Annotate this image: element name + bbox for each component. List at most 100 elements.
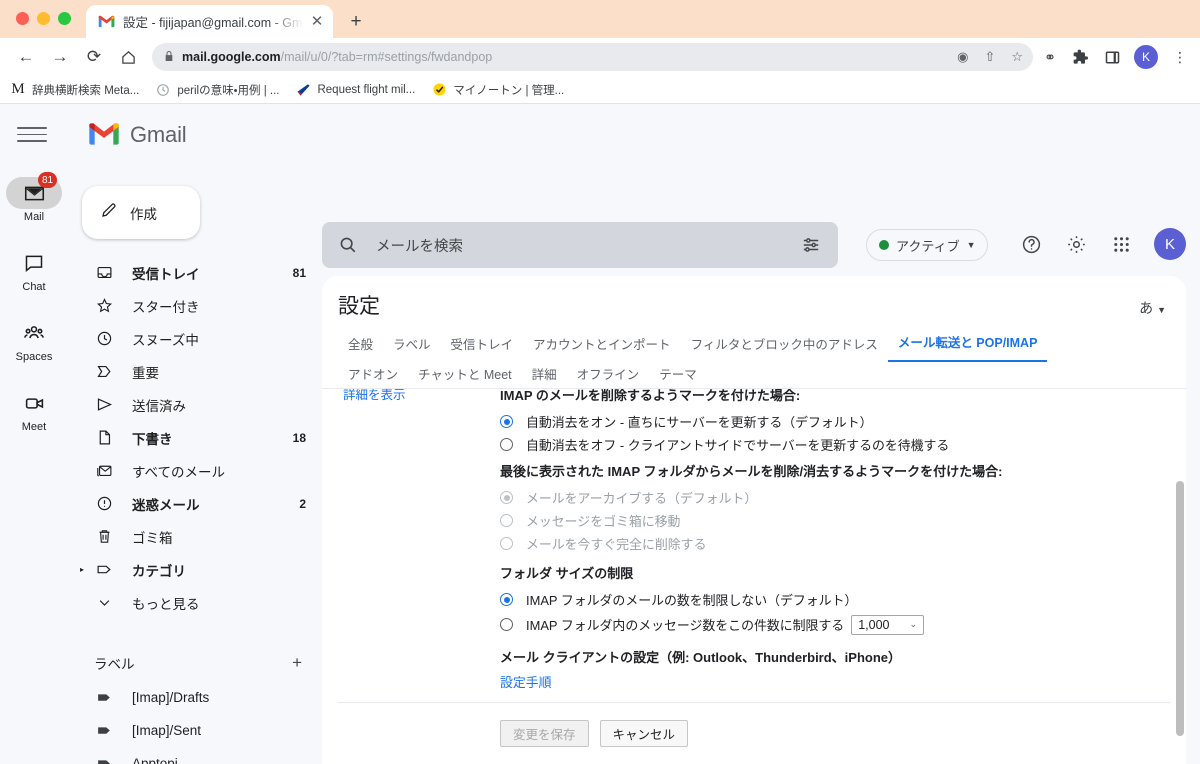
help-icon[interactable] bbox=[1019, 232, 1043, 256]
serif-m-icon: M bbox=[11, 81, 25, 97]
expand-caret-icon[interactable]: ▸ bbox=[80, 565, 84, 574]
close-icon[interactable]: ✕ bbox=[309, 14, 325, 30]
home-icon[interactable] bbox=[114, 43, 142, 71]
section-heading: メール クライアントの設定（例: Outlook、Thunderbird、iPh… bbox=[500, 650, 902, 665]
radio-label: メールを今すぐ完全に削除する bbox=[526, 537, 707, 552]
nav-item-all-mail[interactable]: すべてのメール bbox=[68, 454, 322, 487]
label-item[interactable]: [Imap]/Drafts bbox=[68, 681, 322, 714]
section-mail-client: メール クライアントの設定（例: Outlook、Thunderbird、iPh… bbox=[500, 647, 1160, 691]
radio-icon[interactable] bbox=[500, 618, 513, 631]
tab-general[interactable]: 全般 bbox=[338, 334, 383, 362]
labels-header: ラベル + bbox=[68, 645, 322, 681]
side-panel-icon[interactable] bbox=[1103, 48, 1121, 66]
radio-option[interactable]: メールをアーカイブする（デフォルト） bbox=[500, 486, 1160, 509]
radio-icon[interactable] bbox=[500, 537, 513, 550]
gmail-logo[interactable]: Gmail bbox=[88, 122, 187, 148]
show-details-link[interactable]: 詳細を表示 bbox=[343, 389, 406, 403]
search-icon bbox=[338, 235, 358, 255]
tab-inbox[interactable]: 受信トレイ bbox=[441, 334, 524, 362]
mail-unread-badge: 81 bbox=[38, 172, 58, 188]
window-close-button[interactable] bbox=[16, 12, 29, 25]
nav-label: スヌーズ中 bbox=[132, 332, 199, 348]
radio-icon[interactable] bbox=[500, 491, 513, 504]
section-imap-delete: IMAP のメールを削除するようマークを付けた場合: 自動消去をオン - 直ちに… bbox=[500, 389, 1160, 456]
window-maximize-button[interactable] bbox=[58, 12, 71, 25]
configuration-instructions-link[interactable]: 設定手順 bbox=[500, 672, 1160, 691]
bookmark-item[interactable]: perilの意味・用例 | ... bbox=[155, 82, 279, 98]
nav-item-inbox[interactable]: 受信トレイ 81 bbox=[68, 256, 322, 289]
rail-item-meet[interactable]: Meet bbox=[0, 378, 68, 442]
add-label-icon[interactable]: + bbox=[292, 653, 302, 673]
rail-item-chat[interactable]: Chat bbox=[0, 238, 68, 302]
radio-option[interactable]: IMAP フォルダのメールの数を制限しない（デフォルト） bbox=[500, 588, 1160, 611]
rail-item-spaces[interactable]: Spaces bbox=[0, 308, 68, 372]
language-selector[interactable]: あ ▼ bbox=[1139, 298, 1166, 318]
rail-item-mail[interactable]: 81 Mail bbox=[0, 168, 68, 232]
rail-label: Chat bbox=[22, 281, 46, 293]
bookmark-item[interactable]: マイノートン | 管理... bbox=[431, 82, 564, 98]
window-minimize-button[interactable] bbox=[37, 12, 50, 25]
bookmark-item[interactable]: M 辞典横断検索 Meta... bbox=[10, 81, 139, 98]
avatar[interactable]: K bbox=[1154, 228, 1186, 260]
radio-icon[interactable] bbox=[500, 593, 513, 606]
eye-icon[interactable]: ◉ bbox=[957, 49, 968, 65]
star-icon[interactable]: ☆ bbox=[1011, 49, 1023, 65]
radio-label: 自動消去をオン - 直ちにサーバーを更新する（デフォルト） bbox=[526, 415, 873, 430]
cancel-button[interactable]: キャンセル bbox=[599, 720, 689, 747]
nav-item-drafts[interactable]: 下書き 18 bbox=[68, 421, 322, 454]
radio-option[interactable]: メールを今すぐ完全に削除する bbox=[500, 532, 1160, 555]
nav-item-starred[interactable]: スター付き bbox=[68, 289, 322, 322]
apps-grid-icon[interactable] bbox=[1109, 232, 1133, 256]
nav-item-sent[interactable]: 送信済み bbox=[68, 388, 322, 421]
bookmark-item[interactable]: Request flight mil... bbox=[295, 82, 415, 98]
settings-gear-icon[interactable] bbox=[1064, 232, 1088, 256]
save-button[interactable]: 変更を保存 bbox=[500, 720, 589, 747]
compose-button[interactable]: 作成 bbox=[82, 186, 200, 239]
nav-item-snoozed[interactable]: スヌーズ中 bbox=[68, 322, 322, 355]
address-host: mail.google.com bbox=[182, 50, 281, 64]
label-name: Apptopi bbox=[132, 756, 178, 764]
address-bar-url: mail.google.com/mail/u/0/?tab=rm#setting… bbox=[182, 50, 492, 64]
label-item[interactable]: Apptopi bbox=[68, 747, 322, 764]
browser-profile-avatar[interactable]: K bbox=[1134, 45, 1158, 69]
reload-icon[interactable]: ⟳ bbox=[80, 43, 108, 71]
radio-icon[interactable] bbox=[500, 415, 513, 428]
content-scrollbar-thumb[interactable] bbox=[1176, 481, 1184, 736]
address-bar[interactable]: mail.google.com/mail/u/0/?tab=rm#setting… bbox=[152, 43, 1033, 71]
section-folder-size-limit: フォルダ サイズの制限 IMAP フォルダのメールの数を制限しない（デフォルト）… bbox=[500, 563, 1160, 638]
search-input[interactable]: メールを検索 bbox=[322, 222, 838, 268]
rail-label: Mail bbox=[23, 211, 45, 223]
nav-item-trash[interactable]: ゴミ箱 bbox=[68, 520, 322, 553]
radio-option[interactable]: 自動消去をオン - 直ちにサーバーを更新する（デフォルト） bbox=[500, 410, 1160, 433]
nav-item-more[interactable]: もっと見る bbox=[68, 586, 322, 619]
browser-tab[interactable]: 設定 - fijijapan@gmail.com - Gm ✕ bbox=[86, 5, 333, 38]
radio-icon[interactable] bbox=[500, 514, 513, 527]
nav-item-categories[interactable]: ▸ カテゴリ bbox=[68, 553, 322, 586]
norton-icon[interactable]: ⚭ bbox=[1041, 48, 1059, 66]
label-item[interactable]: [Imap]/Sent bbox=[68, 714, 322, 747]
share-icon[interactable]: ⇧ bbox=[984, 49, 995, 65]
status-chip[interactable]: アクティブ ▼ bbox=[866, 229, 988, 261]
back-icon[interactable]: ← bbox=[12, 43, 40, 71]
folder-limit-value: 1,000 bbox=[858, 617, 890, 632]
radio-icon[interactable] bbox=[500, 438, 513, 451]
tab-forwarding-pop-imap[interactable]: メール転送と POP/IMAP bbox=[887, 332, 1048, 362]
gmail-icon bbox=[98, 13, 115, 30]
nav-item-spam[interactable]: 迷惑メール 2 bbox=[68, 487, 322, 520]
tune-icon[interactable] bbox=[800, 236, 822, 254]
tab-filters-blocked[interactable]: フィルタとブロック中のアドレス bbox=[681, 334, 888, 362]
nav-item-important[interactable]: 重要 bbox=[68, 355, 322, 388]
radio-option[interactable]: IMAP フォルダ内のメッセージ数をこの件数に制限する 1,000 ⌄ bbox=[500, 611, 1160, 638]
radio-option[interactable]: メッセージをゴミ箱に移動 bbox=[500, 509, 1160, 532]
new-tab-button[interactable]: + bbox=[344, 10, 368, 34]
tab-labels[interactable]: ラベル bbox=[383, 334, 441, 362]
extensions-icon[interactable] bbox=[1072, 48, 1090, 66]
nav-list: 受信トレイ 81 スター付き スヌーズ中 重要 送信済み 下書き 18 すべての… bbox=[68, 256, 322, 764]
main-menu-icon[interactable] bbox=[17, 127, 47, 147]
radio-option[interactable]: 自動消去をオフ - クライアントサイドでサーバーを更新するのを待機する bbox=[500, 433, 1160, 456]
tab-accounts-import[interactable]: アカウントとインポート bbox=[523, 334, 681, 362]
address-path: /mail/u/0/?tab=rm#settings/fwdandpop bbox=[280, 50, 493, 64]
folder-limit-select[interactable]: 1,000 ⌄ bbox=[851, 614, 925, 635]
forward-icon[interactable]: → bbox=[46, 43, 74, 71]
browser-menu-icon[interactable]: ⋮ bbox=[1171, 48, 1189, 66]
